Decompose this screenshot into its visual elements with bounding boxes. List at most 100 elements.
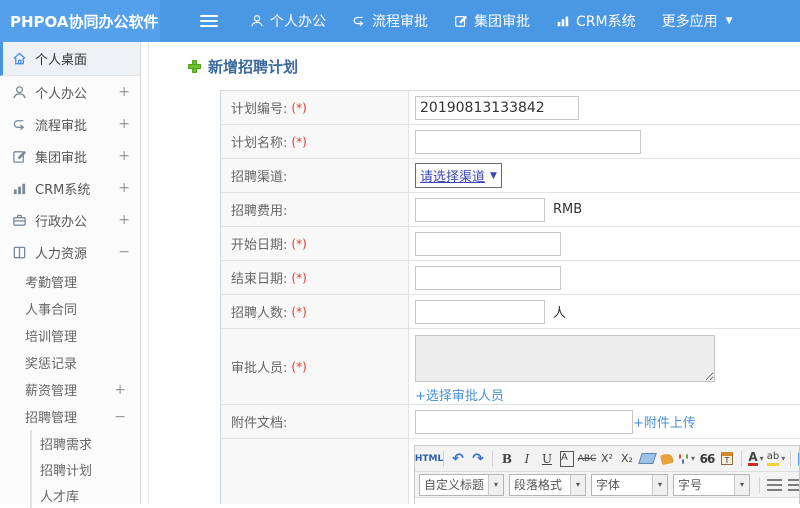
- expand-plus-icon[interactable]: +: [118, 212, 130, 228]
- channel-select[interactable]: 请选择渠道 ▼: [415, 163, 502, 188]
- required-mark: (*): [291, 134, 307, 149]
- redo-icon[interactable]: ↷: [468, 449, 488, 469]
- chevron-down-icon: ▾: [690, 454, 695, 463]
- expand-plus-icon[interactable]: +: [118, 180, 130, 196]
- form-row-headcount: 招聘人数: (*) 人: [221, 295, 800, 329]
- sidebar-item-recruitment[interactable]: 招聘管理 −: [0, 403, 140, 430]
- plan-name-input[interactable]: [415, 129, 641, 154]
- strikethrough-button[interactable]: ABC: [577, 449, 597, 469]
- subscript-button[interactable]: X₂: [617, 449, 637, 469]
- end-date-input[interactable]: [415, 265, 561, 290]
- required-mark: (*): [291, 270, 307, 285]
- blockquote-button[interactable]: 66: [697, 449, 717, 469]
- font-color-button[interactable]: A ▾: [746, 449, 766, 469]
- editor-toolbar-row1: HTML ↶ ↷ B I U A ABC X² X₂ ▾ 66 T A ▾ ab…: [415, 446, 799, 472]
- sidebar-item-hr-contract[interactable]: 人事合同: [0, 295, 140, 322]
- editor-toolbar-row2: 自定义标题 ▾ 段落格式 ▾ 字体 ▾ 字号 ▾: [415, 472, 799, 498]
- start-date-input[interactable]: [415, 231, 561, 256]
- sidebar-item-hr[interactable]: 人力资源 −: [0, 236, 140, 268]
- page-header: 新增招聘计划: [188, 56, 800, 76]
- italic-button[interactable]: I: [517, 449, 537, 469]
- headcount-input[interactable]: [415, 299, 545, 324]
- sidebar-scrollbar[interactable]: [142, 42, 149, 504]
- sidebar-item-personal-office[interactable]: 个人办公 +: [0, 76, 140, 108]
- form-row-start-date: 开始日期: (*): [221, 227, 800, 261]
- custom-title-select[interactable]: 自定义标题 ▾: [419, 473, 505, 496]
- paragraph-format-select[interactable]: 段落格式 ▾: [509, 473, 587, 496]
- add-icon: [188, 59, 201, 73]
- expand-plus-icon[interactable]: +: [118, 148, 130, 164]
- editor-label-empty: [221, 439, 409, 504]
- color-dots-icon: [679, 454, 681, 459]
- undo-icon[interactable]: ↶: [448, 449, 468, 469]
- format-painter-icon[interactable]: [657, 449, 677, 469]
- app-logo: PHPOA协同办公软件: [0, 0, 160, 42]
- user-icon: [251, 15, 263, 27]
- chevron-down-icon: ▾: [488, 474, 504, 495]
- sidebar-item-admin-office[interactable]: 行政办公 +: [0, 204, 140, 236]
- plan-no-input[interactable]: [415, 95, 579, 120]
- rich-text-editor: HTML ↶ ↷ B I U A ABC X² X₂ ▾ 66 T A ▾ ab…: [414, 445, 800, 504]
- topmenu-more-apps[interactable]: 更多应用 ▼: [662, 11, 733, 31]
- recruitment-submenu: 招聘需求 招聘计划 人才库: [30, 430, 140, 508]
- fee-input[interactable]: [415, 197, 545, 222]
- topmenu-personal-office[interactable]: 个人办公: [250, 11, 326, 31]
- expand-plus-icon[interactable]: +: [118, 116, 130, 132]
- sidebar-item-salary[interactable]: 薪资管理 +: [0, 376, 140, 403]
- editor-content-area[interactable]: [415, 498, 799, 504]
- toolbar-separator: [443, 450, 444, 467]
- topmenu-workflow-approval[interactable]: 流程审批: [352, 11, 428, 31]
- sidebar-item-recruit-demand[interactable]: 招聘需求: [32, 430, 140, 456]
- align-left-icon[interactable]: [764, 475, 784, 495]
- sidebar-item-recruit-plan[interactable]: 招聘计划: [32, 456, 140, 482]
- chevron-down-icon: ▾: [652, 474, 668, 495]
- form-row-end-date: 结束日期: (*): [221, 261, 800, 295]
- align-center-icon[interactable]: [784, 475, 799, 495]
- auto-typeset-button[interactable]: ▾: [677, 449, 697, 469]
- highlight-color-button[interactable]: ab ▾: [766, 449, 786, 469]
- sidebar-item-training[interactable]: 培训管理: [0, 322, 140, 349]
- attachment-input[interactable]: [415, 409, 633, 434]
- sidebar-item-desktop[interactable]: 个人桌面: [0, 42, 140, 76]
- collapse-minus-icon[interactable]: −: [118, 244, 130, 260]
- sidebar-item-crm[interactable]: CRM系统 +: [0, 172, 140, 204]
- emotion-icon[interactable]: [795, 449, 799, 469]
- font-family-select[interactable]: 字体 ▾: [591, 473, 669, 496]
- required-mark: (*): [291, 359, 307, 374]
- required-mark: (*): [291, 236, 307, 251]
- hamburger-menu-icon[interactable]: [200, 15, 218, 27]
- flow-arrow-icon: [13, 119, 25, 130]
- briefcase-icon: [13, 214, 26, 226]
- sidebar-item-talent-pool[interactable]: 人才库: [32, 482, 140, 508]
- superscript-button[interactable]: X²: [597, 449, 617, 469]
- approver-textarea[interactable]: [415, 335, 715, 382]
- form-row-plan-name: 计划名称: (*): [221, 125, 800, 159]
- eraser-icon[interactable]: [637, 449, 657, 469]
- plan-name-label: 计划名称: (*): [221, 125, 409, 158]
- bold-button[interactable]: B: [497, 449, 517, 469]
- paste-text-button[interactable]: T: [717, 449, 737, 469]
- font-size-select[interactable]: 字号 ▾: [673, 473, 751, 496]
- page-title: 新增招聘计划: [208, 57, 299, 76]
- sidebar-item-rewards[interactable]: 奖惩记录: [0, 349, 140, 376]
- topmenu-group-approval[interactable]: 集团审批: [454, 11, 530, 31]
- collapse-minus-icon[interactable]: −: [114, 409, 140, 425]
- book-icon: [13, 246, 26, 258]
- sidebar-item-group-approval[interactable]: 集团审批 +: [0, 140, 140, 172]
- chevron-down-icon: ▼: [490, 170, 497, 181]
- start-date-label: 开始日期: (*): [221, 227, 409, 260]
- chevron-down-icon: ▼: [725, 16, 733, 26]
- sidebar-item-attendance[interactable]: 考勤管理: [0, 268, 140, 295]
- font-border-button[interactable]: A: [557, 449, 577, 469]
- expand-plus-icon[interactable]: +: [114, 382, 140, 398]
- edit-icon: [13, 150, 27, 163]
- expand-plus-icon[interactable]: +: [118, 84, 130, 100]
- topmenu-crm[interactable]: CRM系统: [556, 11, 636, 31]
- attachment-upload-link[interactable]: +附件上传: [633, 412, 696, 431]
- channel-label: 招聘渠道:: [221, 159, 409, 192]
- underline-button[interactable]: U: [537, 449, 557, 469]
- required-mark: (*): [291, 100, 307, 115]
- sidebar-item-workflow-approval[interactable]: 流程审批 +: [0, 108, 140, 140]
- html-source-button[interactable]: HTML: [415, 449, 443, 469]
- choose-approver-link[interactable]: +选择审批人员: [415, 385, 504, 404]
